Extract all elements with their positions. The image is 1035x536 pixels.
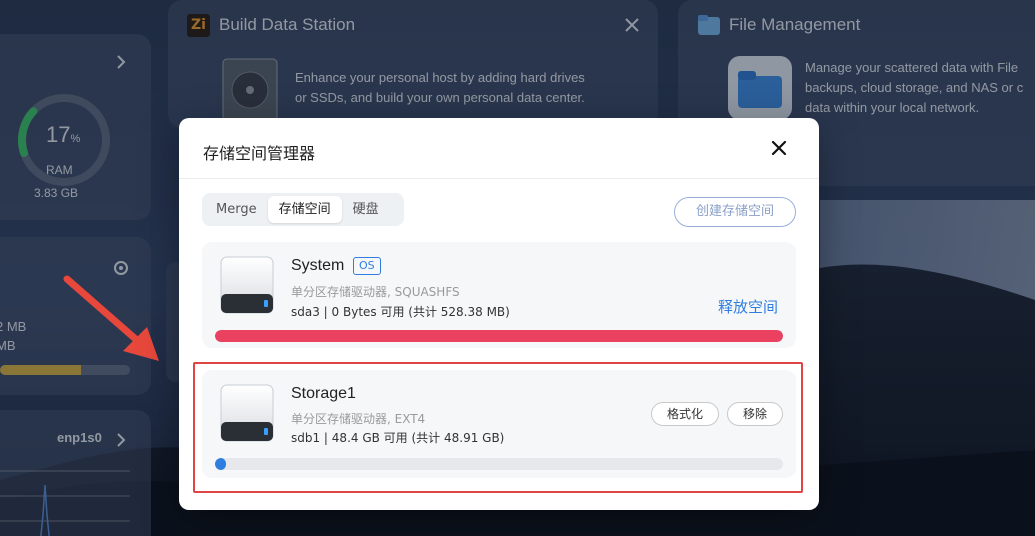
volume-detail: sdb1 | 48.4 GB 可用 (共计 48.91 GB) [291,431,505,445]
usage-bar [215,330,783,342]
remove-button[interactable]: 移除 [727,402,783,426]
view-tabs: Merge 存储空间 硬盘 [202,193,404,226]
close-icon[interactable] [767,136,791,160]
tab-merge[interactable]: Merge [205,196,268,223]
tab-disks[interactable]: 硬盘 [342,196,390,223]
storage-manager-modal: 存储空间管理器 Merge 存储空间 硬盘 创建存储空间 System OS 单… [179,118,819,510]
format-button[interactable]: 格式化 [651,402,719,426]
drive-icon [220,384,274,442]
tab-storage-space[interactable]: 存储空间 [267,196,342,223]
usage-bar [215,458,783,470]
usage-bar-fill [215,458,227,470]
volume-detail: sda3 | 0 Bytes 可用 (共计 528.38 MB) [291,305,510,319]
os-badge: OS [353,257,381,275]
volume-type: 单分区存储驱动器, SQUASHFS [291,285,460,299]
usage-bar-fill [215,330,783,342]
volume-name: System [291,257,345,274]
volume-name: Storage1 [291,385,356,402]
create-storage-button[interactable]: 创建存储空间 [674,197,796,227]
modal-title: 存储空间管理器 [203,144,316,163]
volume-card-system: System OS 单分区存储驱动器, SQUASHFS sda3 | 0 By… [202,242,796,348]
volume-type: 单分区存储驱动器, EXT4 [291,412,426,426]
annotation-arrow [63,275,159,361]
release-space-link[interactable]: 释放空间 [718,296,778,317]
modal-header: 存储空间管理器 [179,118,819,179]
drive-icon [220,256,274,314]
